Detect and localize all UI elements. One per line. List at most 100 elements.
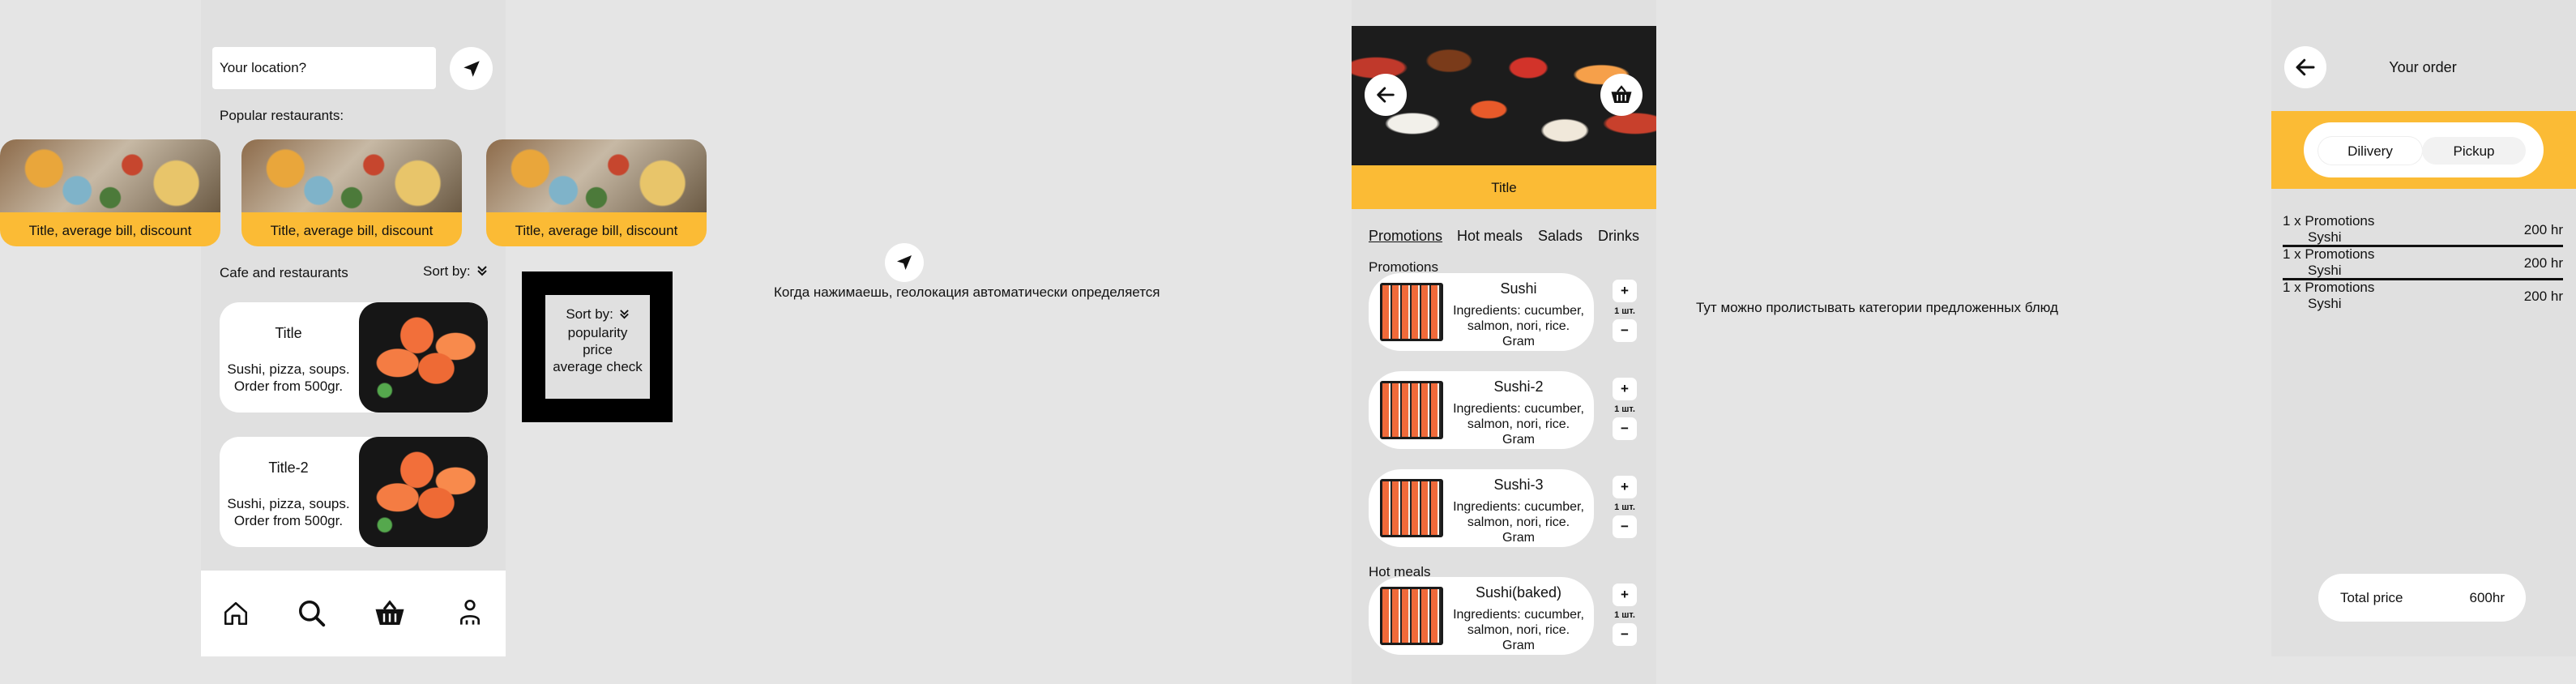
arrow-left-icon	[2296, 58, 2315, 76]
chevron-double-down-icon	[619, 310, 629, 319]
delivery-toggle-bar: Dilivery Pickup	[2271, 111, 2576, 189]
dish-name: Sushi-3	[1493, 477, 1544, 493]
home-icon[interactable]	[222, 600, 250, 627]
order-line-product: Syshi	[2308, 296, 2342, 311]
dish-photo	[1380, 381, 1443, 439]
page-title: Your order	[2389, 59, 2457, 75]
back-button[interactable]	[2284, 46, 2326, 88]
popular-card[interactable]: Title, average bill, discount	[486, 139, 707, 246]
restaurant-photo	[486, 139, 707, 212]
dish-photo	[1380, 283, 1443, 341]
restaurant-photo	[241, 139, 462, 212]
quantity-label: 1 шт.	[1614, 306, 1635, 316]
restaurant-photo	[0, 139, 220, 212]
popular-card-caption: Title, average bill, discount	[28, 223, 192, 238]
order-line: 1 x Promotions Syshi 200 hr	[2283, 280, 2563, 314]
dish-desc: Ingredients: cucumber, salmon, nori, ric…	[1453, 402, 1584, 447]
order-line-product: Syshi	[2308, 263, 2342, 278]
dish-desc: Ingredients: cucumber, salmon, nori, ric…	[1453, 608, 1584, 652]
basket-icon	[1611, 85, 1632, 103]
basket-button[interactable]	[1600, 74, 1643, 116]
sort-option-price[interactable]: price	[545, 342, 650, 358]
location-placeholder: Your location?	[220, 60, 307, 75]
navigation-arrow-icon	[897, 255, 912, 270]
scroll-note: Тут можно пролистывать категории предлож…	[1696, 300, 2058, 315]
search-icon[interactable]	[297, 598, 327, 629]
tab-drinks[interactable]: Drinks	[1598, 228, 1639, 245]
popular-card[interactable]: Title, average bill, discount	[0, 139, 220, 246]
restaurant-title-bar: Title	[1352, 165, 1656, 209]
restaurant-title: Title	[275, 325, 302, 341]
quantity-label: 1 шт.	[1614, 610, 1635, 620]
dish-name: Sushi(baked)	[1475, 584, 1562, 601]
menu-item-card[interactable]: Sushi-2 Ingredients: cucumber, salmon, n…	[1369, 371, 1594, 449]
quantity-label: 1 шт.	[1614, 502, 1635, 512]
sort-button[interactable]: Sort by:	[423, 263, 493, 283]
order-line-item: 1 x Promotions	[2283, 246, 2375, 262]
location-input[interactable]: Your location?	[212, 47, 436, 89]
total-price-label: Total price	[2340, 590, 2403, 605]
menu-item-card[interactable]: Sushi Ingredients: cucumber, salmon, nor…	[1369, 273, 1594, 351]
order-line: 1 x Promotions Syshi 200 hr	[2283, 213, 2563, 247]
increase-button[interactable]: +	[1613, 378, 1637, 400]
geo-demo-button	[885, 243, 924, 282]
popular-card-caption: Title, average bill, discount	[270, 223, 434, 238]
popular-card[interactable]: Title, average bill, discount	[241, 139, 462, 246]
increase-button[interactable]: +	[1613, 476, 1637, 498]
menu-item-card[interactable]: Sushi(baked) Ingredients: cucumber, salm…	[1369, 577, 1594, 655]
dish-desc: Ingredients: cucumber, salmon, nori, ric…	[1453, 304, 1584, 348]
toggle-pickup-label: Pickup	[2422, 137, 2526, 165]
delivery-toggle: Dilivery Pickup	[2304, 122, 2544, 177]
bottom-nav	[201, 571, 506, 656]
toggle-delivery-label: Dilivery	[2347, 143, 2393, 159]
geo-note: Когда нажимаешь, геолокация автоматическ…	[774, 284, 1160, 300]
arrow-left-icon	[1377, 87, 1395, 103]
decrease-button[interactable]: −	[1613, 623, 1637, 646]
increase-button[interactable]: +	[1613, 584, 1637, 606]
screen-order	[2271, 0, 2576, 656]
sort-popup-title: Sort by:	[566, 306, 613, 322]
popular-restaurants-label: Popular restaurants:	[220, 108, 344, 123]
sort-option-popularity[interactable]: popularity	[545, 325, 650, 341]
tab-promotions[interactable]: Promotions	[1369, 228, 1442, 245]
restaurant-photo	[359, 437, 488, 547]
decrease-button[interactable]: −	[1613, 319, 1637, 342]
navigation-arrow-icon	[463, 60, 480, 77]
decrease-button[interactable]: −	[1613, 515, 1637, 538]
dish-name: Sushi-2	[1493, 378, 1544, 395]
tab-salads[interactable]: Salads	[1538, 228, 1583, 245]
total-price-pill[interactable]: Total price 600hr	[2318, 574, 2526, 622]
locate-button[interactable]	[450, 47, 493, 90]
tab-hot-meals[interactable]: Hot meals	[1457, 228, 1523, 245]
increase-button[interactable]: +	[1613, 280, 1637, 302]
quantity-label: 1 шт.	[1614, 404, 1635, 414]
popular-card-caption: Title, average bill, discount	[515, 223, 678, 238]
restaurant-desc: Sushi, pizza, soups. Order from 500gr.	[227, 496, 350, 528]
profile-icon[interactable]	[457, 598, 483, 627]
order-line-item: 1 x Promotions	[2283, 213, 2375, 229]
basket-icon[interactable]	[373, 596, 407, 631]
dish-photo	[1380, 479, 1443, 537]
toggle-pickup[interactable]: Pickup	[2422, 137, 2526, 165]
restaurant-card[interactable]: Title-2 Sushi, pizza, soups. Order from …	[220, 437, 488, 547]
dish-name: Sushi	[1500, 280, 1537, 297]
order-line: 1 x Promotions Syshi 200 hr	[2283, 246, 2563, 280]
restaurant-title: Title-2	[268, 460, 309, 476]
restaurant-card[interactable]: Title Sushi, pizza, soups. Order from 50…	[220, 302, 488, 413]
total-price-value: 600hr	[2469, 590, 2505, 605]
restaurant-title: Title	[1491, 180, 1517, 195]
toggle-delivery[interactable]: Dilivery	[2318, 137, 2422, 165]
sort-options: Sort by: popularity price average check	[545, 295, 650, 399]
menu-item-card[interactable]: Sushi-3 Ingredients: cucumber, salmon, n…	[1369, 469, 1594, 547]
order-line-price: 200 hr	[2523, 255, 2563, 271]
order-line-item: 1 x Promotions	[2283, 280, 2375, 295]
back-button[interactable]	[1365, 74, 1407, 116]
order-line-price: 200 hr	[2523, 289, 2563, 304]
restaurant-photo	[359, 302, 488, 413]
sort-option-average-check[interactable]: average check	[545, 359, 650, 375]
decrease-button[interactable]: −	[1613, 417, 1637, 440]
order-line-price: 200 hr	[2523, 222, 2563, 237]
cafes-label: Cafe and restaurants	[220, 265, 348, 280]
sort-popup: Sort by: popularity price average check	[522, 271, 673, 422]
dish-photo	[1380, 587, 1443, 645]
